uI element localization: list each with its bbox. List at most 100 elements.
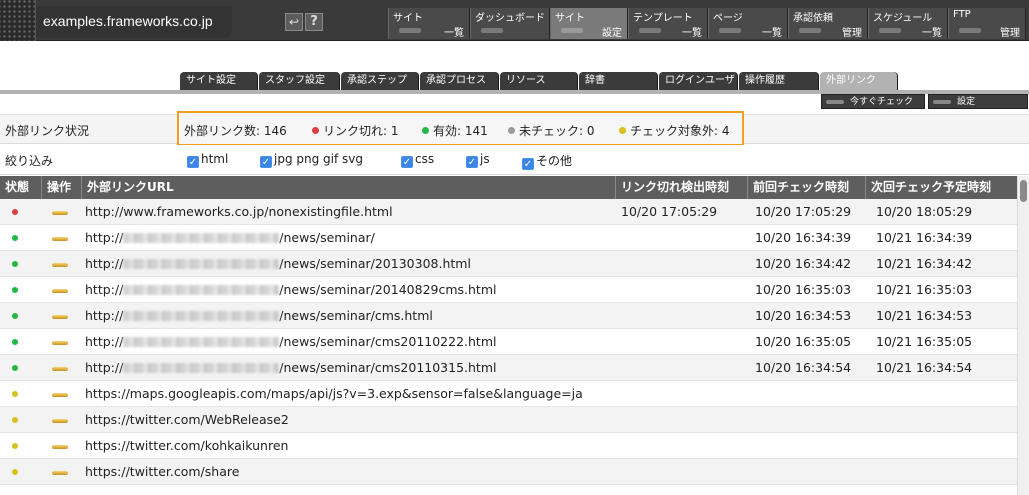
return-arrow-icon[interactable]: ↩ <box>285 13 303 31</box>
tab-item[interactable]: サイト設定 <box>180 72 258 90</box>
grid-logo-icon[interactable] <box>0 0 36 41</box>
table-row[interactable]: http:///news/seminar/10/20 16:34:39 10/21… <box>0 225 1017 251</box>
last-check: 10/20 16:34:42 <box>755 256 852 271</box>
link-url[interactable] <box>85 485 613 495</box>
filter-images-checkbox[interactable]: ✓ jpg png gif svg <box>260 152 363 168</box>
table-row[interactable]: https://twitter.com/WebRelease2 <box>0 407 1017 433</box>
link-url[interactable]: https://twitter.com/share <box>85 459 613 485</box>
tab-item[interactable]: 承認ステップ <box>341 72 419 90</box>
last-check: 10/20 16:34:54 <box>755 360 852 375</box>
link-url[interactable]: http:///news/seminar/20140829cms.html <box>85 277 613 303</box>
tab-item[interactable]: 承認プロセス <box>420 72 499 90</box>
tab-item[interactable]: リソース <box>500 72 578 90</box>
help-icon[interactable]: ? <box>305 13 323 31</box>
col-broken-at[interactable]: リンク切れ検出時刻 <box>616 176 748 199</box>
tab-item[interactable]: 辞書 <box>579 72 658 90</box>
col-op[interactable]: 操作 <box>42 176 82 199</box>
table-row[interactable]: http://www.frameworks.co.jp/nonexistingf… <box>0 199 1017 225</box>
broken-at <box>621 381 746 407</box>
broken-at <box>621 485 746 495</box>
link-url[interactable]: http:///news/seminar/cms20110222.html <box>85 329 613 355</box>
link-url[interactable]: http://www.frameworks.co.jp/nonexistingf… <box>85 199 613 225</box>
col-url[interactable]: 外部リンクURL <box>82 176 616 199</box>
edit-icon[interactable] <box>52 471 68 475</box>
broken-count: リンク切れ: 1 <box>312 122 399 139</box>
table-row[interactable]: http:///news/seminar/cms.html 10/20 16:34… <box>0 303 1017 329</box>
menu-item[interactable]: ページ 一覧 <box>708 8 788 39</box>
filter-js-checkbox[interactable]: ✓ js <box>466 152 490 168</box>
col-state[interactable]: 状態 <box>0 176 42 199</box>
link-url[interactable]: http:///news/seminar/20130308.html <box>85 251 613 277</box>
table-header: 状態 操作 外部リンクURL リンク切れ検出時刻 前回チェック時刻 次回チェック… <box>0 176 1017 199</box>
link-url[interactable]: https://maps.googleapis.com/maps/api/js?… <box>85 381 613 407</box>
tab-item[interactable]: 操作履歴 <box>739 72 819 90</box>
edit-icon[interactable] <box>52 341 68 345</box>
table-row[interactable]: http:///news/seminar/20140829cms.html 10/… <box>0 277 1017 303</box>
settings-button[interactable]: 設定 <box>928 94 1028 109</box>
status-dot-icon <box>12 235 18 241</box>
filter-other-checkbox[interactable]: ✓ その他 <box>522 152 572 170</box>
menu-item[interactable]: テンプレート 一覧 <box>628 8 708 39</box>
tab-item[interactable]: 外部リンク <box>820 72 898 90</box>
filter-html-checkbox[interactable]: ✓ html <box>187 152 228 168</box>
menu-item[interactable]: FTP 管理 <box>948 8 1026 39</box>
last-check <box>755 485 865 495</box>
edit-icon[interactable] <box>52 367 68 371</box>
filter-css-checkbox[interactable]: ✓ css <box>401 152 434 168</box>
link-url[interactable]: http:///news/seminar/ <box>85 225 613 251</box>
broken-at <box>621 355 746 381</box>
col-next-check[interactable]: 次回チェック予定時刻 <box>866 176 1017 199</box>
menu-item[interactable]: サイト 設定 <box>550 8 628 39</box>
link-url[interactable]: http:///news/seminar/cms.html <box>85 303 613 329</box>
next-check: 10/21 16:34:39 <box>876 230 973 245</box>
table-row[interactable]: https://twitter.com/kohkaikunren <box>0 433 1017 459</box>
table-row[interactable]: http:///news/seminar/20130308.html 10/20 … <box>0 251 1017 277</box>
tab-item[interactable]: ログインユーザ <box>659 72 738 90</box>
broken-at <box>621 459 746 485</box>
menu-item[interactable]: スケジュール 一覧 <box>868 8 948 39</box>
edit-icon[interactable] <box>52 263 68 267</box>
last-check: 10/20 16:34:53 <box>755 308 852 323</box>
link-url[interactable]: http:///news/seminar/cms20110315.html <box>85 355 613 381</box>
status-dot-icon <box>12 391 18 397</box>
table-row[interactable]: http:///news/seminar/cms20110222.html 10/… <box>0 329 1017 355</box>
menu-label: テンプレート <box>633 13 693 24</box>
checkmark-icon: ✓ <box>466 156 478 168</box>
settings-label: 設定 <box>957 97 976 107</box>
table-row[interactable]: https://twitter.com/share <box>0 459 1017 485</box>
menu-item[interactable]: 承認依頼 管理 <box>788 8 868 39</box>
edit-icon[interactable] <box>52 393 68 397</box>
edit-icon[interactable] <box>52 237 68 241</box>
menu-item[interactable]: ダッシュボード <box>470 8 550 39</box>
edit-icon[interactable] <box>52 445 68 449</box>
status-dot-icon <box>12 469 18 475</box>
yellow-dot-icon <box>619 127 626 134</box>
link-url[interactable]: https://twitter.com/kohkaikunren <box>85 433 613 459</box>
next-check: 10/20 18:05:29 <box>876 204 973 219</box>
menu-label: スケジュール <box>873 13 933 24</box>
col-last-check[interactable]: 前回チェック時刻 <box>748 176 866 199</box>
edit-icon[interactable] <box>52 211 68 215</box>
scrollbar-thumb[interactable] <box>1020 180 1027 202</box>
broken-at <box>621 407 746 433</box>
edit-icon[interactable] <box>52 419 68 423</box>
table-row[interactable]: https://maps.googleapis.com/maps/api/js?… <box>0 381 1017 407</box>
table-row[interactable] <box>0 485 1017 495</box>
menu-sub-label: 設定 <box>602 28 622 39</box>
next-check: 10/21 16:35:03 <box>876 282 973 297</box>
broken-at <box>621 225 746 251</box>
broken-at <box>621 251 746 277</box>
link-url[interactable]: https://twitter.com/WebRelease2 <box>85 407 613 433</box>
tab-item[interactable]: スタッフ設定 <box>259 72 340 90</box>
status-dot-icon <box>12 443 18 449</box>
redacted-domain <box>123 337 280 347</box>
scrollbar[interactable] <box>1017 176 1029 495</box>
edit-icon[interactable] <box>52 315 68 319</box>
check-now-button[interactable]: 今すぐチェック <box>821 94 925 109</box>
table-row[interactable]: http:///news/seminar/cms20110315.html 10/… <box>0 355 1017 381</box>
menu-sub-label: 一覧 <box>762 28 782 39</box>
menu-item[interactable]: サイト 一覧 <box>388 8 470 39</box>
broken-at <box>621 329 746 355</box>
edit-icon[interactable] <box>52 289 68 293</box>
broken-at <box>621 433 746 459</box>
